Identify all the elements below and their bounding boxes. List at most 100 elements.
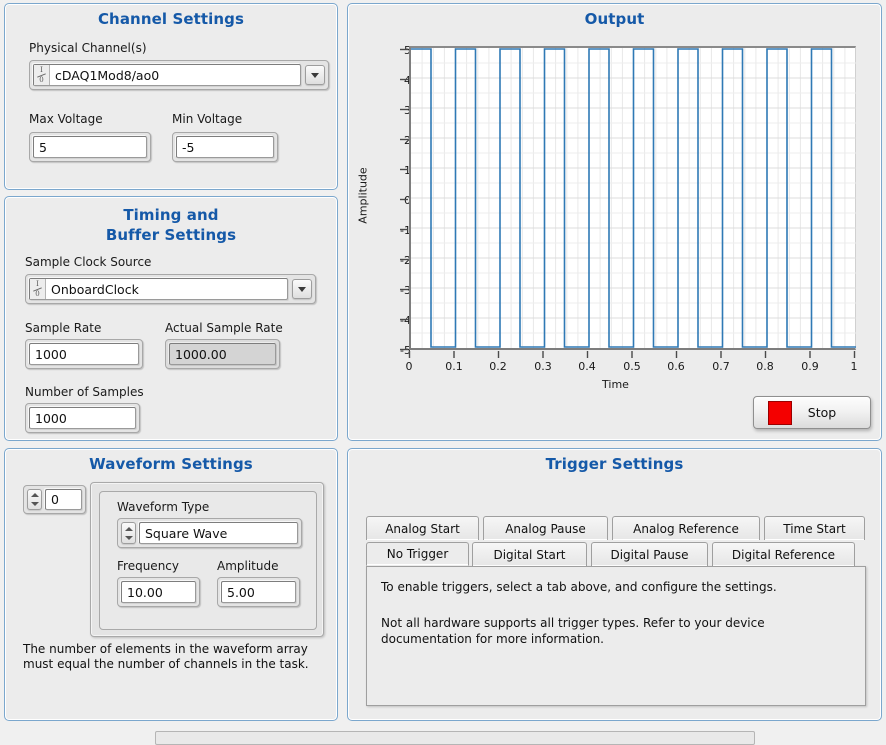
sample-rate-label: Sample Rate [25, 321, 102, 335]
tab-digital-pause[interactable]: Digital Pause [591, 542, 708, 566]
x-tick-label: 0 [405, 360, 413, 373]
x-tick-label: 0.2 [489, 360, 507, 373]
tab-digital-reference[interactable]: Digital Reference [712, 542, 855, 566]
waveform-type-control[interactable]: Square Wave [117, 518, 302, 548]
tab-analog-pause[interactable]: Analog Pause [483, 516, 608, 540]
tab-label: Analog Start [385, 521, 460, 536]
waveform-note: The number of elements in the waveform a… [23, 642, 309, 672]
output-title: Output [584, 10, 645, 28]
min-voltage-input[interactable]: -5 [176, 136, 274, 158]
frequency-input[interactable]: 10.00 [121, 581, 196, 603]
sample-rate-control[interactable]: 1000 [25, 339, 143, 369]
x-axis-ticks [408, 351, 856, 358]
tab-label: Time Start [783, 521, 846, 536]
sample-clock-source-dropdown-button[interactable] [292, 279, 312, 299]
sample-clock-source-input[interactable]: I0 OnboardClock [29, 278, 288, 300]
plot-canvas [411, 48, 856, 348]
physical-channel-control[interactable]: I0 cDAQ1Mod8/ao0 [29, 60, 329, 90]
x-tick-label: 0.5 [623, 360, 641, 373]
sample-clock-source-label: Sample Clock Source [25, 255, 152, 269]
plot-area[interactable] [409, 46, 856, 350]
max-voltage-control[interactable]: 5 [29, 132, 151, 162]
physical-channel-input[interactable]: I0 cDAQ1Mod8/ao0 [33, 64, 301, 86]
array-index-input[interactable]: 0 [45, 489, 82, 510]
chevron-down-icon [311, 72, 319, 78]
stop-button-label: Stop [807, 405, 837, 420]
waveform-settings-title: Waveform Settings [89, 455, 253, 473]
output-panel: Output Amplitude 5 4 3 2 1 0 -1 -2 -3 -4… [347, 3, 882, 441]
x-tick-label: 0.7 [712, 360, 730, 373]
tab-label: Digital Pause [610, 547, 689, 562]
waveform-cluster: Waveform Type Square Wave Frequency 10.0… [90, 482, 324, 637]
waveform-type-label: Waveform Type [117, 500, 210, 514]
frequency-control[interactable]: 10.00 [117, 577, 200, 607]
x-tick-label: 0.4 [578, 360, 596, 373]
x-tick-label: 0.3 [534, 360, 552, 373]
sample-rate-input[interactable]: 1000 [29, 343, 139, 365]
amplitude-input[interactable]: 5.00 [221, 581, 296, 603]
spinner-down-icon[interactable] [124, 535, 133, 540]
spinner-down-icon[interactable] [30, 501, 39, 506]
max-voltage-label: Max Voltage [29, 112, 103, 126]
tab-digital-start[interactable]: Digital Start [472, 542, 587, 566]
waveform-type-value: Square Wave [145, 525, 228, 541]
actual-sample-rate-field: 1000.00 [169, 343, 276, 365]
stop-button[interactable]: Stop [753, 396, 871, 429]
timing-settings-title-line1: Timing and [123, 206, 219, 224]
min-voltage-value: -5 [182, 139, 195, 155]
x-tick-label: 0.9 [801, 360, 819, 373]
tab-analog-reference[interactable]: Analog Reference [612, 516, 760, 540]
number-of-samples-value: 1000 [35, 410, 67, 426]
x-axis-title: Time [602, 378, 629, 391]
waveform-type-input[interactable]: Square Wave [139, 522, 298, 544]
channel-settings-title: Channel Settings [97, 10, 245, 28]
trigger-settings-panel: Trigger Settings Analog Start Analog Pau… [347, 448, 882, 721]
timing-settings-title: Timing and Buffer Settings [5, 197, 337, 245]
sample-clock-source-control[interactable]: I0 OnboardClock [25, 274, 316, 304]
tab-analog-start[interactable]: Analog Start [366, 516, 479, 540]
max-voltage-input[interactable]: 5 [33, 136, 147, 158]
actual-sample-rate-value: 1000.00 [175, 346, 227, 362]
waveform-note-line2: must equal the number of channels in the… [23, 657, 309, 671]
sample-clock-source-value: OnboardClock [51, 281, 139, 297]
io-icon: I0 [30, 279, 46, 299]
tab-label: Digital Start [493, 547, 566, 562]
trigger-body-line3: documentation for more information. [381, 632, 604, 646]
array-index-value: 0 [51, 492, 59, 507]
waveform-settings-panel: Waveform Settings 0 Waveform Type Square… [4, 448, 338, 721]
max-voltage-value: 5 [39, 139, 47, 155]
physical-channel-value: cDAQ1Mod8/ao0 [55, 67, 160, 83]
x-tick-label: 0.8 [756, 360, 774, 373]
waveform-array-index-control[interactable]: 0 [23, 485, 86, 514]
physical-channel-dropdown-button[interactable] [305, 65, 325, 85]
waveform-type-spinner[interactable] [121, 522, 136, 544]
number-of-samples-label: Number of Samples [25, 385, 144, 399]
min-voltage-control[interactable]: -5 [172, 132, 278, 162]
spinner-up-icon[interactable] [124, 526, 133, 531]
array-index-spinner[interactable] [27, 489, 42, 510]
actual-sample-rate-label: Actual Sample Rate [165, 321, 283, 335]
trigger-settings-title: Trigger Settings [545, 455, 684, 473]
waveform-note-line1: The number of elements in the waveform a… [23, 642, 308, 656]
actual-sample-rate-indicator: 1000.00 [165, 339, 280, 369]
tab-time-start[interactable]: Time Start [764, 516, 865, 540]
spinner-up-icon[interactable] [30, 493, 39, 498]
io-icon: I0 [34, 65, 50, 85]
tab-no-trigger[interactable]: No Trigger [366, 542, 469, 566]
amplitude-control[interactable]: 5.00 [217, 577, 300, 607]
trigger-body-line2: Not all hardware supports all trigger ty… [381, 616, 765, 630]
frequency-label: Frequency [117, 559, 179, 573]
channel-settings-panel: Channel Settings Physical Channel(s) I0 … [4, 3, 338, 190]
x-tick-label: 0.6 [667, 360, 685, 373]
trigger-tab-body: To enable triggers, select a tab above, … [366, 566, 866, 706]
frequency-value: 10.00 [127, 584, 163, 600]
sample-rate-value: 1000 [35, 346, 67, 362]
waveform-cluster-inner: Waveform Type Square Wave Frequency 10.0… [99, 491, 317, 630]
x-tick-label: 0.1 [445, 360, 463, 373]
tab-label: Analog Reference [633, 521, 739, 536]
trigger-body-line1: To enable triggers, select a tab above, … [381, 580, 777, 594]
number-of-samples-input[interactable]: 1000 [29, 407, 136, 429]
number-of-samples-control[interactable]: 1000 [25, 403, 140, 433]
min-voltage-label: Min Voltage [172, 112, 243, 126]
tab-label: Digital Reference [731, 547, 836, 562]
